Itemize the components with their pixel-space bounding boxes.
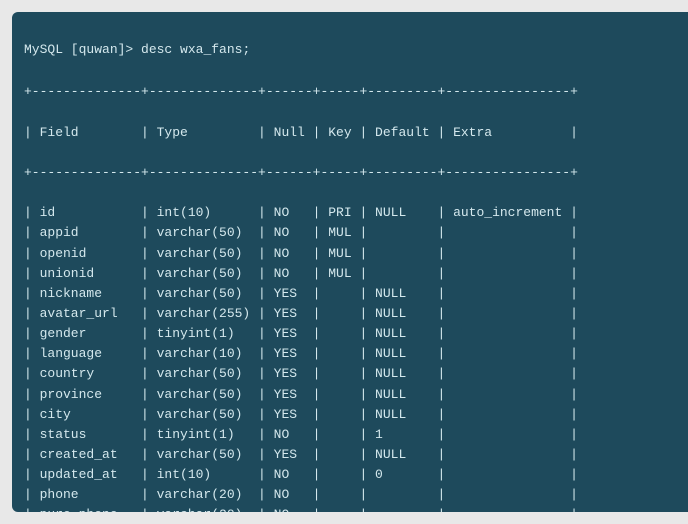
table-row: | created_at | varchar(50) | YES | | NUL… [24, 445, 688, 465]
table-body: | id | int(10) | NO | PRI | NULL | auto_… [24, 203, 688, 512]
table-row: | province | varchar(50) | YES | | NULL … [24, 385, 688, 405]
table-row: | nickname | varchar(50) | YES | | NULL … [24, 284, 688, 304]
table-border-mid: +--------------+--------------+------+--… [24, 163, 688, 183]
table-row: | openid | varchar(50) | NO | MUL | | | [24, 244, 688, 264]
table-row: | gender | tinyint(1) | YES | | NULL | | [24, 324, 688, 344]
table-row: | phone | varchar(20) | NO | | | | [24, 485, 688, 505]
table-row: | city | varchar(50) | YES | | NULL | | [24, 405, 688, 425]
prompt-prefix: MySQL [quwan]> [24, 42, 133, 57]
table-row: | pure_phone | varchar(20) | NO | | | | [24, 505, 688, 512]
table-row: | status | tinyint(1) | NO | | 1 | | [24, 425, 688, 445]
table-row: | language | varchar(10) | YES | | NULL … [24, 344, 688, 364]
table-row: | appid | varchar(50) | NO | MUL | | | [24, 223, 688, 243]
table-header-row: | Field | Type | Null | Key | Default | … [24, 123, 688, 143]
table-row: | updated_at | int(10) | NO | | 0 | | [24, 465, 688, 485]
table-row: | avatar_url | varchar(255) | YES | | NU… [24, 304, 688, 324]
table-row: | id | int(10) | NO | PRI | NULL | auto_… [24, 203, 688, 223]
terminal-window: MySQL [quwan]> desc wxa_fans; +---------… [12, 12, 688, 512]
table-row: | country | varchar(50) | YES | | NULL |… [24, 364, 688, 384]
table-border-top: +--------------+--------------+------+--… [24, 82, 688, 102]
command-text: desc wxa_fans; [141, 42, 250, 57]
table-row: | unionid | varchar(50) | NO | MUL | | | [24, 264, 688, 284]
prompt-line: MySQL [quwan]> desc wxa_fans; [24, 40, 688, 60]
